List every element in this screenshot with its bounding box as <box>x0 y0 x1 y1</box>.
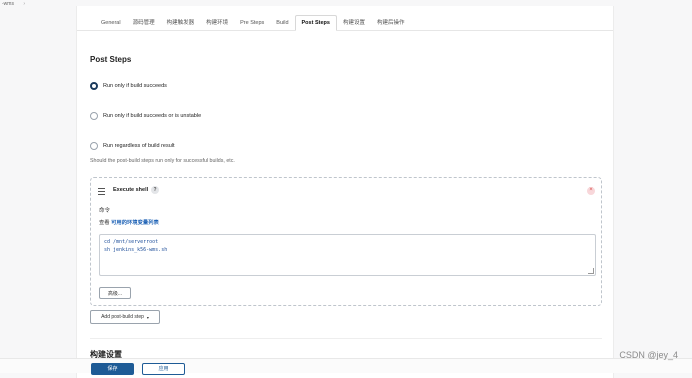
advanced-button[interactable]: 高级... <box>99 287 131 299</box>
config-panel: General 源码管理 构建触发器 构建环境 Pre Steps Build … <box>76 6 614 378</box>
radio-option-label: Run only if build succeeds <box>103 83 167 89</box>
radio-unchecked-icon[interactable] <box>90 112 98 120</box>
drag-handle-icon[interactable] <box>98 188 105 195</box>
tab-pre-steps[interactable]: Pre Steps <box>234 16 270 30</box>
tab-build-environment[interactable]: 构建环境 <box>200 16 234 30</box>
env-vars-line: 查看 可用的环境变量列表 <box>99 218 159 226</box>
apply-button[interactable]: 应用 <box>142 363 185 375</box>
help-icon[interactable]: ? <box>151 186 159 194</box>
add-post-build-step-label: Add post-build step <box>101 314 144 320</box>
radio-checked-icon[interactable] <box>90 82 98 90</box>
command-textarea[interactable]: cd /mnt/serverroot sh jenkins_k56-wms.sh <box>99 234 596 276</box>
tab-build-settings[interactable]: 构建设置 <box>337 16 371 30</box>
radio-option-succeeds-or-unstable[interactable]: Run only if build succeeds or is unstabl… <box>90 112 201 120</box>
config-tabs: General 源码管理 构建触发器 构建环境 Pre Steps Build … <box>77 13 613 31</box>
code-line: cd /mnt/serverroot <box>104 239 159 245</box>
chevron-down-icon: ▾ <box>146 314 149 320</box>
radio-option-succeeds[interactable]: Run only if build succeeds <box>90 82 167 90</box>
env-vars-link[interactable]: 可用的环境变量列表 <box>111 220 159 226</box>
watermark: CSDN @jey_4 <box>619 350 678 360</box>
section-divider <box>90 338 602 339</box>
post-steps-title: Post Steps <box>90 55 132 64</box>
env-vars-prefix: 查看 <box>99 220 110 226</box>
radio-option-label: Run regardless of build result <box>103 143 175 149</box>
command-label: 命令 <box>99 208 111 214</box>
breadcrumb-separator: › <box>23 1 26 7</box>
tab-post-build-actions[interactable]: 构建后操作 <box>371 16 411 30</box>
save-button[interactable]: 保存 <box>91 363 134 375</box>
tab-general[interactable]: General <box>95 16 127 30</box>
breadcrumb-item[interactable]: -wms <box>2 1 14 7</box>
radio-unchecked-icon[interactable] <box>90 142 98 150</box>
radio-option-label: Run only if build succeeds or is unstabl… <box>103 113 202 119</box>
execute-shell-step: Execute shell ? × 命令 查看 可用的环境变量列表 cd /mn… <box>90 177 602 306</box>
code-line: sh jenkins_k56-wms.sh <box>104 247 168 253</box>
post-steps-helper-text: Should the post-build steps run only for… <box>90 158 235 164</box>
close-icon[interactable]: × <box>587 187 595 195</box>
add-post-build-step-button[interactable]: Add post-build step ▾ <box>90 310 160 324</box>
execute-shell-title: Execute shell <box>113 187 149 193</box>
resize-handle-icon[interactable] <box>588 268 594 274</box>
tab-build-triggers[interactable]: 构建触发器 <box>161 16 201 30</box>
tab-post-steps[interactable]: Post Steps <box>294 15 337 31</box>
tab-build[interactable]: Build <box>270 16 294 30</box>
tab-source-management[interactable]: 源码管理 <box>127 16 161 30</box>
radio-option-regardless[interactable]: Run regardless of build result <box>90 142 175 150</box>
